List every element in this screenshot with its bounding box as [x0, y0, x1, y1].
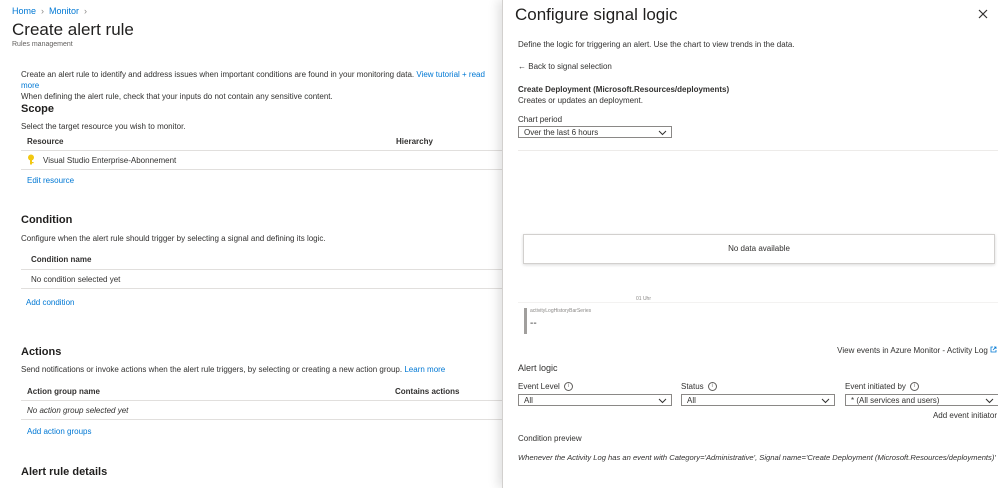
chevron-down-icon [658, 398, 667, 404]
chart-axis-line [518, 302, 998, 303]
col-hierarchy: Hierarchy [396, 137, 433, 146]
alert-logic-heading: Alert logic [518, 363, 558, 373]
event-level-value: All [524, 396, 533, 405]
signal-description: Creates or updates an deployment. [518, 96, 643, 105]
status-dropdown[interactable]: All [681, 394, 835, 406]
intro-line-2: When defining the alert rule, check that… [21, 92, 333, 101]
chevron-right-icon: › [84, 6, 88, 16]
initiated-by-label: Event initiated by i [845, 382, 919, 392]
scope-resource-row: Visual Studio Enterprise-Abonnement [21, 151, 502, 170]
create-alert-rule-blade: Home › Monitor › Create alert rule Rules… [0, 0, 502, 488]
col-condition-name: Condition name [31, 255, 92, 264]
chevron-down-icon [821, 398, 830, 404]
col-resource: Resource [27, 137, 64, 146]
alert-rule-details-heading: Alert rule details [21, 466, 108, 478]
actions-description-text: Send notifications or invoke actions whe… [21, 365, 403, 374]
condition-preview-text: Whenever the Activity Log has an event w… [518, 453, 996, 462]
arrow-left-icon: ← [518, 62, 526, 71]
chart-period-value: Over the last 6 hours [524, 128, 599, 137]
chart-period-dropdown[interactable]: Over the last 6 hours [518, 126, 672, 138]
series-value: -- [530, 318, 537, 329]
condition-empty-row: No condition selected yet [21, 270, 502, 289]
condition-preview-label: Condition preview [518, 434, 582, 443]
edit-resource-link[interactable]: Edit resource [27, 176, 74, 185]
chart-period-label: Chart period [518, 115, 563, 124]
status-value: All [687, 396, 696, 405]
view-events-activity-log-link[interactable]: View events in Azure Monitor - Activity … [799, 346, 998, 355]
add-action-groups-link[interactable]: Add action groups [27, 427, 92, 436]
panel-description: Define the logic for triggering an alert… [518, 40, 795, 49]
breadcrumb: Home › Monitor › [12, 6, 87, 16]
scope-table-header: Resource Hierarchy [21, 134, 502, 151]
info-icon[interactable]: i [909, 382, 919, 392]
actions-table-header: Action group name Contains actions [21, 383, 502, 401]
scope-description: Select the target resource you wish to m… [21, 122, 186, 131]
initiated-by-dropdown[interactable]: * (All services and users) [845, 394, 998, 406]
initiated-by-value: * (All services and users) [851, 396, 940, 405]
page-title: Create alert rule [12, 20, 134, 39]
back-to-signal-selection-link[interactable]: ← Back to signal selection [518, 62, 612, 71]
event-level-label: Event Level i [518, 382, 573, 392]
event-level-label-text: Event Level [518, 382, 560, 391]
condition-empty-text: No condition selected yet [31, 275, 121, 284]
close-icon[interactable] [977, 8, 989, 20]
col-action-group-name: Action group name [27, 387, 100, 396]
intro-text: Create an alert rule to identify and add… [21, 69, 501, 102]
scope-heading: Scope [21, 103, 55, 115]
series-label: activityLogHistoryBarSeries [530, 308, 592, 314]
configure-signal-logic-panel: Configure signal logic Define the logic … [502, 0, 998, 488]
info-icon[interactable]: i [563, 382, 573, 392]
key-icon [28, 154, 34, 165]
info-icon[interactable]: i [707, 382, 717, 392]
actions-empty-row: No action group selected yet [21, 401, 502, 420]
initiated-by-label-text: Event initiated by [845, 382, 906, 391]
panel-title: Configure signal logic [515, 5, 678, 24]
condition-table-header: Condition name [21, 251, 502, 270]
chevron-down-icon [658, 130, 667, 136]
actions-heading: Actions [21, 346, 62, 358]
chevron-down-icon [985, 398, 994, 404]
event-level-dropdown[interactable]: All [518, 394, 672, 406]
divider [518, 150, 998, 151]
external-link-icon [990, 346, 997, 353]
status-label-text: Status [681, 382, 704, 391]
back-link-label: Back to signal selection [528, 62, 612, 71]
chart-no-data-box: No data available [523, 234, 995, 264]
series-marker [524, 308, 527, 334]
breadcrumb-monitor-link[interactable]: Monitor [49, 6, 79, 16]
col-contains-actions: Contains actions [395, 387, 460, 396]
page-subtitle: Rules management [12, 41, 73, 48]
actions-description: Send notifications or invoke actions whe… [21, 365, 445, 374]
resource-name: Visual Studio Enterprise-Abonnement [43, 156, 177, 165]
breadcrumb-home-link[interactable]: Home [12, 6, 36, 16]
actions-empty-text: No action group selected yet [27, 406, 129, 415]
add-condition-link[interactable]: Add condition [26, 298, 74, 307]
status-label: Status i [681, 382, 717, 392]
condition-description: Configure when the alert rule should tri… [21, 234, 326, 243]
learn-more-link[interactable]: Learn more [404, 365, 445, 374]
condition-heading: Condition [21, 214, 73, 226]
no-data-text: No data available [728, 244, 790, 253]
signal-name: Create Deployment (Microsoft.Resources/d… [518, 85, 730, 94]
chevron-right-icon: › [41, 6, 45, 16]
add-event-initiator-link[interactable]: Add event initiator [933, 411, 997, 420]
view-events-label: View events in Azure Monitor - Activity … [837, 346, 988, 355]
intro-line-1: Create an alert rule to identify and add… [21, 70, 415, 79]
